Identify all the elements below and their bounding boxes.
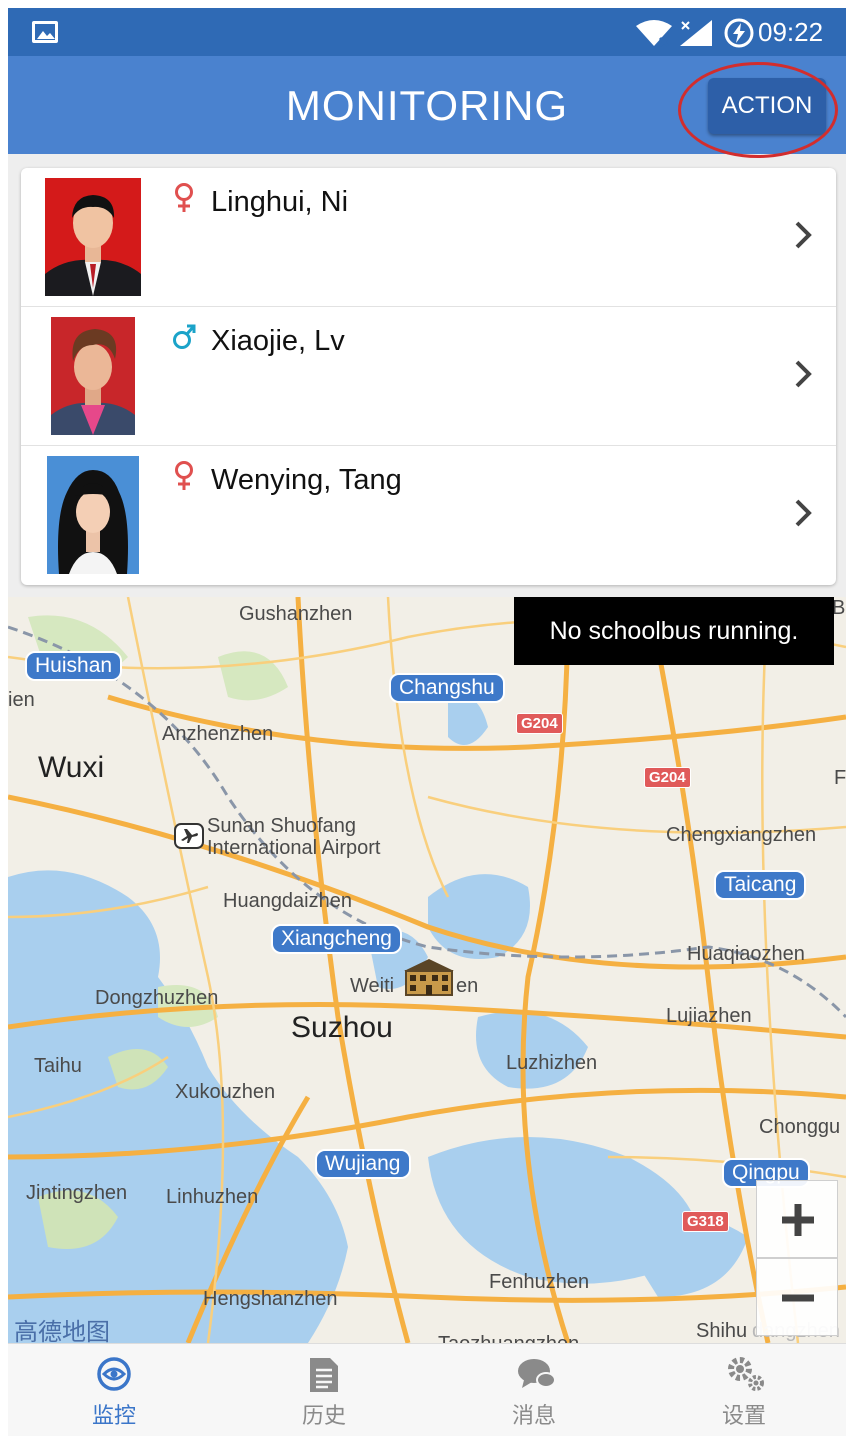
map-label: Sunan Shuofang [207, 815, 357, 837]
map-label: Chengxiangzhen [666, 824, 817, 846]
tab-messages[interactable]: 消息 [474, 1344, 594, 1436]
map-badge: Taicang [714, 870, 807, 900]
tab-label: 设置 [721, 1404, 766, 1429]
school-building-icon [404, 959, 454, 996]
student-name: Wenying, Tang [211, 464, 402, 496]
chevron-right-icon [795, 360, 812, 388]
road-sign: G204 [516, 713, 563, 734]
map-label: Huangdaizhen [223, 890, 352, 912]
map-label: Lujiazhen [666, 1005, 752, 1027]
road-sign: G318 [682, 1211, 729, 1232]
airport-icon [174, 823, 204, 849]
map-label-city: Suzhou [291, 1011, 393, 1044]
map-badge: Changshu [389, 673, 505, 703]
clock: 09:22 [758, 17, 824, 47]
avatar [51, 317, 135, 435]
tab-label: 监控 [91, 1404, 136, 1429]
map-label: ien [8, 689, 35, 711]
map-label: Linhuzhen [166, 1186, 259, 1208]
map-label: Anzhenzhen [162, 723, 274, 745]
gallery-notification-icon [32, 21, 58, 43]
message-icon [518, 1359, 556, 1388]
minus-icon [782, 1294, 814, 1302]
chevron-right-icon [795, 221, 812, 249]
student-row[interactable]: Linghui, Ni [21, 168, 836, 307]
map-label: Huaqiaozhen [687, 943, 805, 965]
road-sign: G204 [644, 767, 691, 788]
map-label: International Airport [207, 837, 381, 859]
map-provider-logo: 高德地图 [14, 1318, 110, 1343]
map-label: Shihu [696, 1320, 748, 1342]
map-label: F [834, 767, 846, 789]
map-label: Taozhuangzhen [438, 1333, 579, 1343]
map-label: Jintingzhen [26, 1182, 128, 1204]
chevron-right-icon [795, 499, 812, 527]
map-view[interactable]: Gushanzhen Huishan ien Changshu G204 Anz… [8, 597, 846, 1343]
map-label: Hengshanzhen [203, 1288, 338, 1310]
map-label: Weiti [350, 975, 395, 997]
zoom-in-button[interactable] [756, 1180, 838, 1258]
avatar [47, 456, 139, 574]
zoom-out-button[interactable] [756, 1258, 838, 1336]
female-icon [175, 183, 193, 212]
student-row[interactable]: Wenying, Tang [21, 446, 836, 585]
map-badge: Wujiang [315, 1149, 411, 1179]
male-icon [173, 324, 196, 349]
map-label: en [456, 975, 479, 997]
map-label: Luzhizhen [506, 1052, 598, 1074]
female-icon [175, 461, 193, 490]
map-label: Bu [832, 597, 846, 619]
map-label: Taihu [34, 1055, 82, 1077]
battery-charging-icon [724, 18, 754, 48]
tab-settings[interactable]: 设置 [684, 1344, 804, 1436]
student-name: Xiaojie, Lv [211, 325, 345, 357]
map-badge: Huishan [25, 651, 123, 681]
student-name: Linghui, Ni [211, 186, 349, 218]
status-bar: 09:22 [8, 8, 846, 56]
bottom-navigation: 监控 历史 消息 设置 [8, 1343, 846, 1436]
signal-icon [680, 20, 712, 46]
map-label: Gushanzhen [239, 603, 353, 625]
monitor-icon [97, 1357, 131, 1391]
app-screen: 09:22 MONITORING ACTION Linghui, Ni Xiao… [8, 8, 846, 1436]
map-label: Fenhuzhen [489, 1271, 590, 1293]
wifi-icon [636, 20, 672, 48]
map-label: Xukouzhen [175, 1081, 276, 1103]
map-label-city: Wuxi [38, 751, 105, 784]
map-label: Dongzhuzhen [95, 987, 219, 1009]
student-list: Linghui, Ni Xiaojie, Lv Wenying, Tang [21, 168, 836, 585]
map-label: Chonggu [759, 1116, 841, 1138]
highlight-ring [678, 62, 838, 158]
tab-label: 消息 [511, 1404, 556, 1429]
tab-monitor[interactable]: 监控 [54, 1344, 174, 1436]
status-toast: No schoolbus running. [514, 597, 834, 665]
history-icon [310, 1358, 338, 1392]
app-bar: MONITORING ACTION [8, 56, 846, 158]
avatar [45, 178, 141, 296]
tab-label: 历史 [301, 1404, 346, 1429]
settings-icon [728, 1357, 764, 1391]
plus-icon [782, 1204, 814, 1236]
map-badge: Xiangcheng [271, 924, 402, 954]
student-row[interactable]: Xiaojie, Lv [21, 307, 836, 446]
tab-history[interactable]: 历史 [264, 1344, 384, 1436]
